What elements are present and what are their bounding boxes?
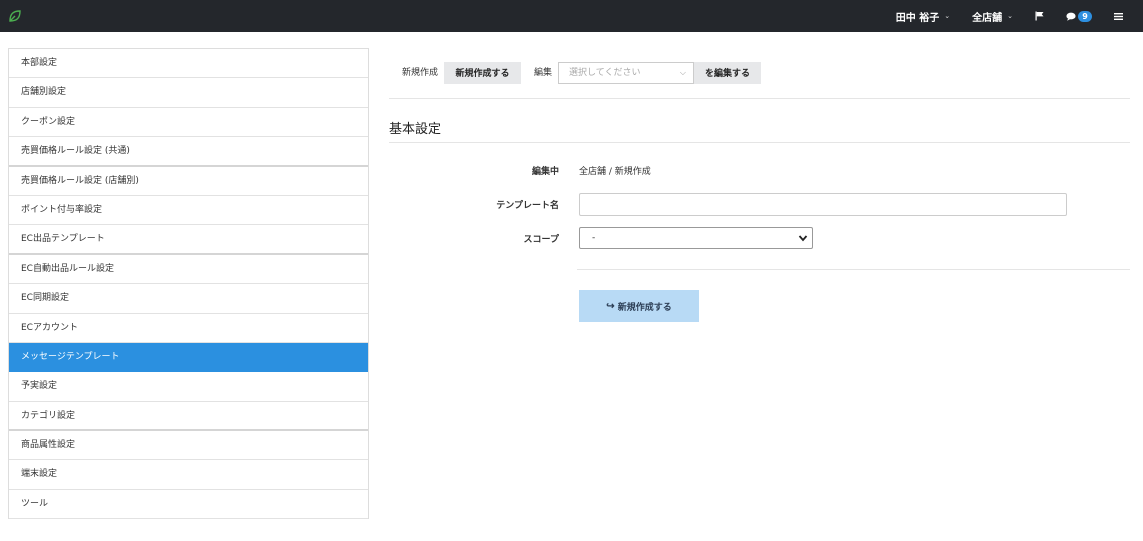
scope-selected-value: -	[592, 233, 596, 243]
editing-label: 編集中	[531, 167, 559, 177]
scope-label: スコープ	[523, 235, 559, 245]
hamburger-menu-button[interactable]	[1114, 12, 1123, 21]
top-navbar: 田中 裕子 ⌄ 全店舗 ⌄ 9	[0, 0, 1143, 32]
sidebar-item-store-settings[interactable]: 店舗別設定	[9, 78, 368, 108]
store-menu[interactable]: 全店舗 ⌄	[972, 9, 1013, 24]
template-toolbar: 新規作成 新規作成する 編集 選択してください ⌵ を編集する	[389, 61, 1130, 99]
hamburger-menu-icon	[1114, 12, 1123, 20]
section-title: 基本設定	[389, 122, 442, 137]
sidebar-item-category-settings[interactable]: カテゴリ設定	[9, 402, 368, 432]
form-divider	[577, 269, 1130, 270]
sidebar-item-ec-listing-templates[interactable]: EC出品テンプレート	[9, 225, 368, 255]
share-arrow-icon: ↪	[606, 300, 615, 312]
sidebar-item-ec-accounts[interactable]: ECアカウント	[9, 314, 368, 343]
edit-template-select[interactable]: 選択してください ⌵	[558, 62, 694, 84]
chevron-down-icon: ⌄	[1007, 12, 1013, 20]
user-menu[interactable]: 田中 裕子 ⌄	[896, 9, 950, 24]
scope-select[interactable]: -	[579, 227, 813, 249]
sidebar-item-product-attributes[interactable]: 商品属性設定	[9, 431, 368, 461]
new-label: 新規作成	[402, 68, 439, 78]
submit-create-button[interactable]: ↪ 新規作成する	[579, 290, 699, 322]
store-name: 全店舗	[972, 12, 1003, 24]
chevron-down-icon: ⌵	[679, 68, 686, 77]
user-name: 田中 裕子	[895, 12, 940, 24]
sidebar-item-coupon-settings[interactable]: クーポン設定	[9, 108, 368, 138]
flag-icon	[1035, 11, 1044, 21]
sidebar-item-tools[interactable]: ツール	[9, 490, 368, 520]
comment-icon	[1066, 12, 1076, 21]
navbar-right: 田中 裕子 ⌄ 全店舗 ⌄ 9	[896, 0, 1143, 32]
sidebar-item-price-rules-store[interactable]: 売買価格ルール設定 (店舗別)	[9, 167, 368, 196]
settings-sidebar: 本部設定 店舗別設定 クーポン設定 売買価格ルール設定 (共通) 売買価格ルール…	[8, 48, 369, 520]
sidebar-item-ec-auto-listing-rules[interactable]: EC自動出品ルール設定	[9, 255, 368, 285]
sidebar-item-ec-sync-settings[interactable]: EC同期設定	[9, 284, 368, 314]
sidebar-item-terminal-settings[interactable]: 端末設定	[9, 460, 368, 490]
sidebar-item-message-templates[interactable]: メッセージテンプレート	[9, 342, 368, 373]
create-new-button[interactable]: 新規作成する	[444, 62, 521, 84]
edit-template-button[interactable]: を編集する	[694, 62, 761, 84]
sidebar-item-headquarters-settings[interactable]: 本部設定	[9, 49, 368, 79]
submit-label: 新規作成する	[617, 301, 672, 312]
template-name-input[interactable]	[579, 193, 1067, 216]
template-name-label: テンプレート名	[496, 201, 559, 211]
editing-value: 全店舗 / 新規作成	[579, 167, 651, 177]
message-count-badge: 9	[1078, 10, 1092, 22]
edit-select-placeholder: 選択してください	[569, 68, 641, 78]
chevron-down-icon	[798, 235, 808, 242]
flag-button[interactable]	[1035, 11, 1044, 21]
leaf-logo-icon[interactable]	[8, 9, 22, 23]
sidebar-item-budget-settings[interactable]: 予実設定	[9, 372, 368, 402]
sidebar-item-price-rules-common[interactable]: 売買価格ルール設定 (共通)	[9, 137, 368, 167]
section-divider	[389, 142, 1130, 143]
chevron-down-icon: ⌄	[944, 12, 951, 20]
messages-button[interactable]: 9	[1066, 10, 1092, 22]
edit-label: 編集	[534, 68, 553, 78]
sidebar-item-point-rate-settings[interactable]: ポイント付与率設定	[9, 196, 368, 226]
